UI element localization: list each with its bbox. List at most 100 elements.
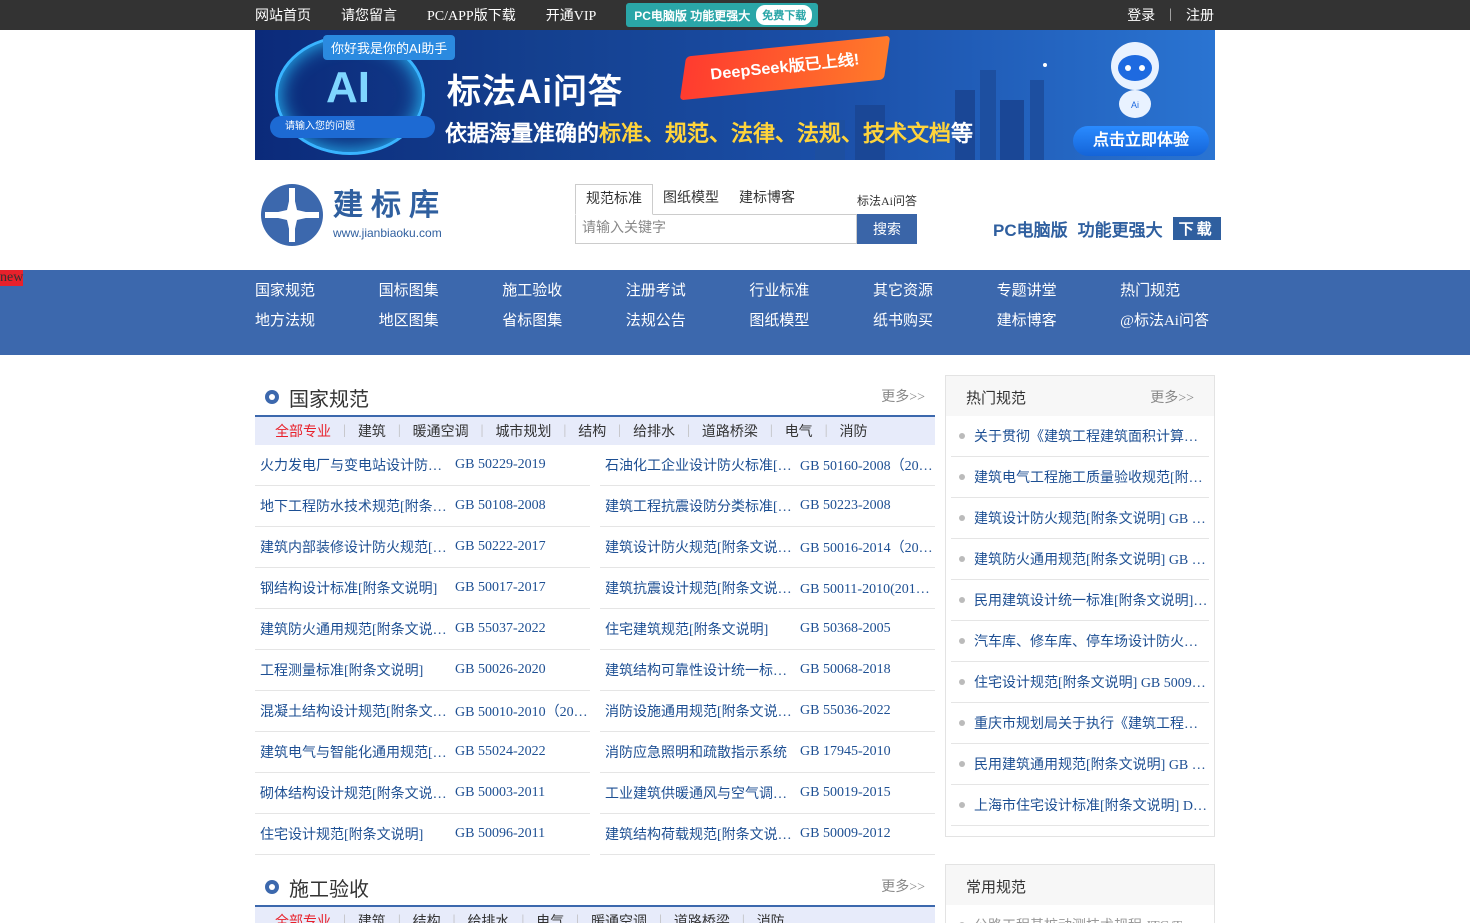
nav-item[interactable]: 热门规范: [1120, 282, 1244, 301]
filter-item[interactable]: 结构: [578, 421, 606, 441]
standard-name[interactable]: 建筑电气与智能化通用规范[附条文说明]: [255, 742, 455, 762]
ai-banner[interactable]: AI 你好我是你的AI助手 请输入您的问题 标法Ai问答 DeepSeek版已上…: [255, 30, 1215, 160]
nav-item[interactable]: 纸书购买: [873, 312, 997, 331]
standard-name[interactable]: 建筑防火通用规范[附条文说明]: [255, 619, 455, 639]
standard-name[interactable]: 建筑内部装修设计防火规范[附条文说明]: [255, 537, 455, 557]
nav-item[interactable]: 图纸模型: [749, 312, 873, 331]
standard-code[interactable]: GB 55024-2022: [455, 744, 590, 760]
standard-code[interactable]: GB 55037-2022: [455, 621, 590, 637]
login-link[interactable]: 登录: [1127, 5, 1155, 25]
standard-name[interactable]: 石油化工企业设计防火标准[附条文说明]: [600, 455, 800, 475]
search-input[interactable]: [575, 214, 857, 244]
pc-download-badge[interactable]: PC电脑版 功能更强大 免费下载: [626, 3, 819, 27]
table-row[interactable]: 建筑设计防火规范[附条文说明]GB 50016-2014（2018年版）: [600, 527, 935, 568]
filter-item[interactable]: 消防: [757, 911, 785, 923]
filter-item[interactable]: 消防: [840, 421, 868, 441]
nav-item-ai-qa[interactable]: @标法Ai问答: [1120, 312, 1244, 331]
standard-code[interactable]: GB 50368-2005: [800, 621, 935, 637]
table-row[interactable]: 消防设施通用规范[附条文说明] GB 55036-2022: [600, 691, 935, 732]
standard-code[interactable]: GB 50011-2010(2016年版): [800, 578, 935, 598]
standard-name[interactable]: 住宅建筑规范[附条文说明]: [600, 619, 800, 639]
list-item[interactable]: 民用建筑通用规范[附条文说明] GB 55031-2022: [951, 744, 1209, 785]
nav-item[interactable]: 地区图集: [379, 312, 503, 331]
nav-item[interactable]: 其它资源: [873, 282, 997, 301]
register-link[interactable]: 注册: [1186, 5, 1214, 25]
table-row[interactable]: 地下工程防水技术规范[附条文说明]GB 50108-2008: [255, 486, 590, 527]
standard-code[interactable]: GB 50016-2014（2018年版）: [800, 537, 935, 557]
nav-item[interactable]: 地方法规: [255, 312, 379, 331]
standard-code[interactable]: GB 50229-2019: [455, 457, 590, 473]
filter-item[interactable]: 城市规划: [495, 421, 551, 441]
filter-item[interactable]: 全部专业: [275, 421, 331, 441]
list-item[interactable]: 民用建筑设计统一标准[附条文说明] GB 50352: [951, 580, 1209, 621]
standard-name[interactable]: 砌体结构设计规范[附条文说明]: [255, 783, 455, 803]
nav-item[interactable]: 专题讲堂: [997, 282, 1121, 301]
filter-item[interactable]: 道路桥梁: [702, 421, 758, 441]
standard-code[interactable]: GB 50160-2008（2018年版）: [800, 455, 935, 475]
filter-item[interactable]: 给排水: [467, 911, 509, 923]
list-item[interactable]: 住宅设计规范[附条文说明] GB 50096-2011: [951, 662, 1209, 703]
filter-item[interactable]: 暖通空调: [413, 421, 469, 441]
banner-question-input[interactable]: 请输入您的问题: [270, 116, 435, 138]
filter-item[interactable]: 全部专业: [275, 911, 331, 923]
table-row[interactable]: 建筑结构荷载规范[附条文说明] GB 50009-2012: [600, 814, 935, 855]
message-link[interactable]: 请您留言: [341, 5, 397, 25]
app-download-link[interactable]: PC/APP版下载: [427, 5, 516, 25]
standard-name[interactable]: 建筑抗震设计规范[附条文说明]: [600, 578, 800, 598]
standard-code[interactable]: GB 50108-2008: [455, 498, 590, 514]
search-button[interactable]: 搜索: [857, 214, 917, 244]
tab-blog[interactable]: 建标博客: [729, 184, 805, 215]
standard-name[interactable]: 建筑工程抗震设防分类标准[附条文说明]: [600, 496, 800, 516]
promo-download-button[interactable]: 下载: [1172, 217, 1221, 240]
standard-code[interactable]: GB 50222-2017: [455, 539, 590, 555]
table-row[interactable]: 混凝土结构设计规范[附条文说明]GB 50010-2010（2015年版）: [255, 691, 590, 732]
standard-code[interactable]: GB 17945-2010: [800, 744, 935, 760]
standard-name[interactable]: 工程测量标准[附条文说明]: [255, 660, 455, 680]
table-row[interactable]: 建筑抗震设计规范[附条文说明]GB 50011-2010(2016年版): [600, 568, 935, 609]
nav-item[interactable]: 省标图集: [502, 312, 626, 331]
table-row[interactable]: 住宅设计规范[附条文说明] GB 50096-2011: [255, 814, 590, 855]
table-row[interactable]: 住宅建筑规范[附条文说明] GB 50368-2005: [600, 609, 935, 650]
standard-name[interactable]: 钢结构设计标准[附条文说明]: [255, 578, 455, 598]
standard-code[interactable]: GB 50019-2015: [800, 785, 935, 801]
filter-item[interactable]: 电气: [785, 421, 813, 441]
list-item[interactable]: 关于贯彻《建筑工程建筑面积计算规范》的通知: [951, 416, 1209, 457]
standard-name[interactable]: 火力发电厂与变电站设计防火标准[附条文说明]: [255, 455, 455, 475]
list-item[interactable]: 公路工程基桩动测技术规程 JTG/T: [951, 905, 1209, 923]
nav-item[interactable]: 注册考试: [626, 282, 750, 301]
table-row[interactable]: 建筑防火通用规范[附条文说明] GB 55037-2022: [255, 609, 590, 650]
standard-code[interactable]: GB 50068-2018: [800, 662, 935, 678]
filter-item[interactable]: 建筑: [358, 421, 386, 441]
standard-name[interactable]: 住宅设计规范[附条文说明]: [255, 824, 455, 844]
filter-item[interactable]: 建筑: [358, 911, 386, 923]
vip-link[interactable]: 开通VIP: [546, 5, 597, 25]
table-row[interactable]: 钢结构设计标准[附条文说明] GB 50017-2017: [255, 568, 590, 609]
table-row[interactable]: 砌体结构设计规范[附条文说明] GB 50003-2011: [255, 773, 590, 814]
standard-name[interactable]: 消防设施通用规范[附条文说明]: [600, 701, 800, 721]
nav-item[interactable]: 法规公告: [626, 312, 750, 331]
nav-item[interactable]: 国家规范: [255, 282, 379, 301]
standard-code[interactable]: GB 50010-2010（2015年版）: [455, 701, 590, 721]
table-row[interactable]: 建筑结构可靠性设计统一标准[附条文说明]GB 50068-2018: [600, 650, 935, 691]
try-now-button[interactable]: 点击立即体验: [1073, 126, 1209, 156]
tab-ai-qa[interactable]: 标法Ai问答: [857, 192, 917, 210]
table-row[interactable]: 建筑内部装修设计防火规范[附条文说明]GB 50222-2017: [255, 527, 590, 568]
standard-code[interactable]: GB 50223-2008: [800, 498, 935, 514]
standard-code[interactable]: GB 55036-2022: [800, 703, 935, 719]
home-link[interactable]: 网站首页: [255, 5, 311, 25]
filter-item[interactable]: 道路桥梁: [674, 911, 730, 923]
pc-promo[interactable]: PC电脑版 功能更强大 下载: [993, 216, 1221, 241]
table-row[interactable]: 工业建筑供暖通风与空气调节设计规范[附条文说明]GB 50019-2015: [600, 773, 935, 814]
standard-name[interactable]: 建筑设计防火规范[附条文说明]: [600, 537, 800, 557]
standard-name[interactable]: 建筑结构荷载规范[附条文说明]: [600, 824, 800, 844]
more-link[interactable]: 更多>>: [1150, 387, 1194, 407]
tab-drawings[interactable]: 图纸模型: [653, 184, 729, 215]
list-item[interactable]: 上海市住宅设计标准[附条文说明] DGJ08-20: [951, 785, 1209, 826]
table-row[interactable]: 火力发电厂与变电站设计防火标准[附条文说明]GB 50229-2019: [255, 445, 590, 486]
filter-item[interactable]: 结构: [413, 911, 441, 923]
filter-item[interactable]: 暖通空调: [591, 911, 647, 923]
standard-code[interactable]: GB 50017-2017: [455, 580, 590, 596]
list-item[interactable]: 建筑防火通用规范[附条文说明] GB 55037-2022: [951, 539, 1209, 580]
nav-item[interactable]: 国标图集: [379, 282, 503, 301]
list-item[interactable]: 重庆市规划局关于执行《建筑工程建筑面积计算规范》: [951, 703, 1209, 744]
